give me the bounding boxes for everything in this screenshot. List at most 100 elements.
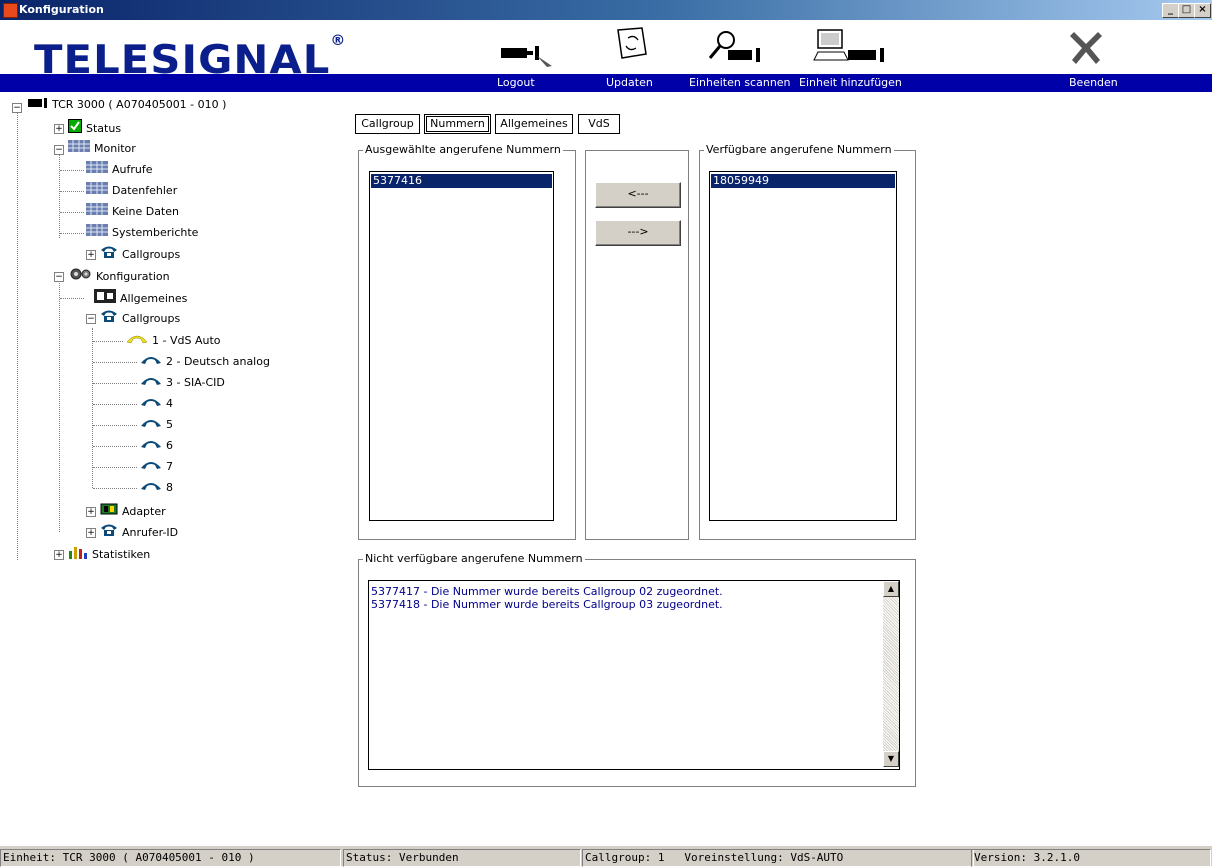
unavailable-numbers-legend: Nicht verfügbare angerufene Nummern (363, 552, 585, 565)
vertical-scrollbar[interactable]: ▲ ▼ (883, 581, 899, 767)
tree-item-callgroup-5[interactable]: 5 (140, 416, 173, 434)
update-icon[interactable] (608, 24, 654, 68)
list-item[interactable]: 18059949 (711, 174, 895, 188)
scroll-down-button[interactable]: ▼ (883, 751, 899, 767)
tab-nummern[interactable]: Nummern (424, 114, 491, 134)
tree-item-allgemeines[interactable]: Allgemeines (94, 289, 187, 307)
selected-numbers-list[interactable]: 5377416 (369, 171, 554, 521)
status-check-icon (68, 119, 82, 139)
settings-panel-icon (94, 289, 116, 309)
tree-item-keine-daten[interactable]: Keine Daten (86, 203, 179, 221)
close-button[interactable]: × (1194, 3, 1211, 18)
tree-item-monitor[interactable]: Monitor (68, 140, 136, 158)
tree-item-callgroup-6[interactable]: 6 (140, 437, 173, 455)
message-line: 5377417 - Die Nummer wurde bereits Callg… (371, 585, 723, 598)
scan-units-icon[interactable] (708, 26, 768, 70)
selected-numbers-group: Ausgewählte angerufene Nummern 5377416 (358, 143, 576, 540)
tree-item-konfiguration[interactable]: Konfiguration (68, 267, 170, 285)
telephone-icon (100, 309, 118, 329)
expand-status-toggle[interactable]: + (54, 124, 64, 134)
message-line: 5377418 - Die Nummer wurde bereits Callg… (371, 598, 723, 611)
handset-icon (140, 437, 162, 455)
tree-item-adapter[interactable]: Adapter (100, 502, 166, 520)
handset-icon (140, 353, 162, 371)
selected-numbers-legend: Ausgewählte angerufene Nummern (363, 143, 563, 156)
handset-icon (140, 395, 162, 413)
available-numbers-group: Verfügbare angerufene Nummern 18059949 (699, 143, 916, 540)
device-icon (28, 96, 48, 114)
window-title: Konfiguration (19, 3, 104, 16)
collapse-monitor-toggle[interactable]: − (54, 145, 64, 155)
move-buttons-group: <--- ---> (585, 150, 689, 540)
exit-button[interactable]: Beenden (1069, 76, 1118, 89)
tree-root-label: TCR 3000 ( A070405001 - 010 ) (52, 98, 227, 111)
tree-item-monitor-callgroups[interactable]: Callgroups (100, 245, 180, 263)
logout-icon[interactable] (497, 38, 557, 68)
maximize-button[interactable]: □ (1178, 3, 1195, 18)
grid-icon (86, 224, 108, 242)
add-unit-icon[interactable] (812, 26, 892, 70)
tab-vds[interactable]: VdS (578, 114, 620, 134)
monitor-grid-icon (68, 140, 90, 158)
status-preset: Voreinstellung: VdS-AUTO (684, 851, 844, 864)
available-numbers-legend: Verfügbare angerufene Nummern (704, 143, 894, 156)
collapse-callgroups-toggle[interactable]: − (86, 314, 96, 324)
status-callgroup: Callgroup: 1 (585, 851, 665, 864)
handset-icon (140, 479, 162, 497)
handset-yellow-icon (126, 332, 148, 350)
available-numbers-list[interactable]: 18059949 (709, 171, 897, 521)
status-connection: Status: Verbunden (343, 849, 581, 867)
list-item[interactable]: 5377416 (371, 174, 552, 188)
scan-units-button[interactable]: Einheiten scannen (689, 76, 791, 89)
collapse-konfiguration-toggle[interactable]: − (54, 272, 64, 282)
title-bar: Konfiguration _ □ × (0, 0, 1212, 20)
handset-icon (140, 416, 162, 434)
tree-item-callgroup-4[interactable]: 4 (140, 395, 173, 413)
tree-item-callgroup-2[interactable]: 2 - Deutsch analog (140, 353, 270, 371)
move-right-button[interactable]: ---> (595, 220, 681, 246)
expand-statistiken-toggle[interactable]: + (54, 550, 64, 560)
telephone-icon (100, 245, 118, 265)
handset-icon (140, 374, 162, 392)
expand-anrufer-id-toggle[interactable]: + (86, 528, 96, 538)
tree-item-datenfehler[interactable]: Datenfehler (86, 182, 177, 200)
status-callgroup-panel: Callgroup: 1 Voreinstellung: VdS-AUTO (582, 849, 974, 867)
tree-item-callgroup-3[interactable]: 3 - SIA-CID (140, 374, 225, 392)
tree-item-anrufer-id[interactable]: Anrufer-ID (100, 523, 178, 541)
tree-item-statistiken[interactable]: Statistiken (68, 545, 150, 563)
status-bar: Einheit: TCR 3000 ( A070405001 - 010 ) S… (0, 845, 1212, 867)
tab-callgroup[interactable]: Callgroup (355, 114, 420, 134)
status-unit: Einheit: TCR 3000 ( A070405001 - 010 ) (0, 849, 341, 867)
toolbar-labels: Logout Updaten Einheiten scannen Einheit… (345, 74, 1212, 92)
minimize-button[interactable]: _ (1162, 3, 1179, 18)
tree-item-callgroup-7[interactable]: 7 (140, 458, 173, 476)
grid-icon (86, 203, 108, 221)
tree-item-callgroup-8[interactable]: 8 (140, 479, 173, 497)
handset-icon (140, 458, 162, 476)
tree-item-status[interactable]: Status (68, 119, 121, 137)
exit-x-icon[interactable] (1066, 26, 1106, 66)
tree-item-callgroups[interactable]: Callgroups (100, 309, 180, 327)
tree-item-aufrufe[interactable]: Aufrufe (86, 161, 153, 179)
telephone-icon (100, 523, 118, 543)
grid-icon (86, 182, 108, 200)
expand-adapter-toggle[interactable]: + (86, 507, 96, 517)
collapse-root-toggle[interactable]: − (12, 103, 22, 113)
move-left-button[interactable]: <--- (595, 182, 681, 208)
navigation-tree[interactable]: − TCR 3000 ( A070405001 - 010 ) + Status… (0, 92, 344, 845)
expand-monitor-callgroups-toggle[interactable]: + (86, 250, 96, 260)
telesignal-logo: TELESIGNAL® (34, 33, 347, 83)
gears-icon (68, 267, 92, 287)
unavailable-numbers-textbox[interactable]: 5377417 - Die Nummer wurde bereits Callg… (368, 580, 900, 770)
bar-chart-icon (68, 545, 88, 565)
app-icon (3, 3, 18, 18)
adapter-chip-icon (100, 502, 118, 522)
tab-allgemeines[interactable]: Allgemeines (495, 114, 573, 134)
tree-item-systemberichte[interactable]: Systemberichte (86, 224, 198, 242)
logout-button[interactable]: Logout (497, 76, 535, 89)
update-button[interactable]: Updaten (606, 76, 653, 89)
tree-item-callgroup-1[interactable]: 1 - VdS Auto (126, 332, 221, 350)
scroll-up-button[interactable]: ▲ (883, 581, 899, 597)
tree-root-device[interactable]: TCR 3000 ( A070405001 - 010 ) (28, 96, 226, 114)
add-unit-button[interactable]: Einheit hinzufügen (799, 76, 902, 89)
